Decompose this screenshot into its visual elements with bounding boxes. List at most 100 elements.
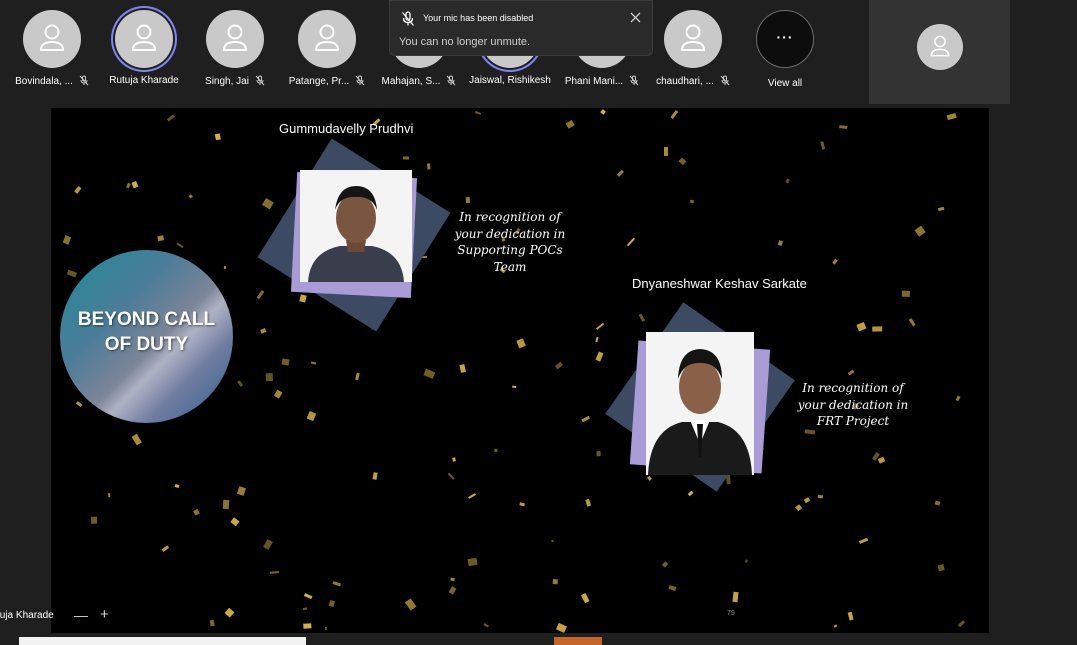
badge-line-2: OF DUTY — [104, 334, 189, 355]
confetti-piece — [76, 401, 83, 407]
confetti-piece — [732, 592, 739, 603]
confetti-piece — [73, 186, 82, 195]
confetti-piece — [585, 498, 592, 507]
participant-name: Patange, Pr... — [288, 76, 350, 87]
participant-name: Singh, Jai — [205, 76, 249, 87]
participant-tile[interactable]: Bovindala, ... — [6, 0, 98, 100]
confetti-piece — [332, 581, 342, 587]
confetti-piece — [596, 322, 605, 330]
confetti-piece — [131, 180, 139, 188]
confetti-piece — [188, 194, 194, 200]
confetti-piece — [795, 503, 803, 512]
confetti-piece — [449, 577, 455, 581]
confetti-piece — [626, 237, 636, 247]
awardee-1-recognition: In recognition of your dedication in Sup… — [454, 210, 566, 274]
mic-off-icon — [355, 75, 365, 86]
confetti-piece — [555, 622, 567, 633]
avatar — [298, 10, 356, 68]
mic-off-icon — [79, 75, 89, 86]
confetti-piece — [176, 242, 184, 249]
confetti-piece — [237, 485, 247, 495]
confetti-piece — [565, 119, 575, 129]
confetti-piece — [494, 448, 498, 453]
confetti-piece — [281, 358, 290, 367]
confetti-piece — [355, 373, 360, 381]
participant-tile[interactable]: Rutuja Kharade — [98, 0, 190, 100]
confetti-piece — [373, 472, 378, 480]
participant-name: Phani Mani... — [564, 76, 624, 87]
award-badge: BEYOND CALL OF DUTY — [60, 250, 233, 423]
confetti-piece — [269, 570, 279, 575]
confetti-piece — [839, 125, 848, 129]
taskbar-window[interactable] — [19, 637, 306, 645]
confetti-piece — [833, 624, 837, 628]
participant-tile[interactable]: chaudhari, ... — [647, 0, 739, 100]
participant-tile[interactable]: Singh, Jai — [189, 0, 281, 100]
confetti-piece — [946, 113, 957, 121]
confetti-piece — [224, 607, 235, 618]
confetti-piece — [273, 389, 283, 398]
confetti-piece — [580, 415, 590, 423]
confetti-piece — [265, 372, 274, 382]
confetti-piece — [465, 196, 470, 203]
confetti-piece — [467, 557, 478, 567]
shared-slide: BEYOND CALL OF DUTY Gummudavelly Prudhvi… — [51, 108, 989, 633]
presenter-name: tuja Kharade — [0, 610, 54, 621]
view-all-label: View all — [767, 78, 803, 89]
confetti-piece — [820, 140, 826, 150]
mic-disabled-toast: Your mic has been disabled You can no lo… — [389, 0, 653, 56]
confetti-piece — [957, 619, 965, 627]
avatar — [916, 24, 963, 70]
confetti-piece — [475, 110, 482, 115]
awardee-1-photo — [300, 170, 412, 282]
view-all-button[interactable]: ··· View all — [739, 0, 831, 100]
taskbar-app[interactable] — [554, 637, 602, 645]
participant-name: Rutuja Kharade — [109, 75, 179, 86]
confetti-piece — [214, 133, 221, 141]
confetti-piece — [555, 361, 564, 369]
mic-off-icon — [720, 75, 730, 86]
confetti-piece — [550, 539, 554, 543]
confetti-piece — [224, 265, 227, 269]
confetti-piece — [126, 182, 131, 188]
participant-name: Mahajan, S... — [381, 76, 441, 87]
confetti-piece — [663, 146, 669, 157]
zoom-in-button[interactable]: + — [100, 606, 109, 623]
awardee-2-name: Dnyaneshwar Keshav Sarkate — [632, 276, 807, 291]
confetti-piece — [595, 351, 604, 362]
confetti-piece — [777, 239, 783, 246]
confetti-piece — [209, 619, 216, 626]
confetti-piece — [303, 623, 312, 629]
confetti-piece — [256, 290, 264, 299]
confetti-piece — [166, 113, 175, 122]
confetti-piece — [745, 559, 749, 563]
confetti-piece — [157, 235, 165, 242]
confetti-piece — [328, 600, 335, 608]
confetti-piece — [617, 169, 625, 177]
participant-tile[interactable]: Patange, Pr... — [281, 0, 373, 100]
confetti-piece — [467, 493, 476, 500]
more-dots-icon: ··· — [756, 10, 814, 68]
confetti-piece — [91, 517, 98, 525]
confetti-piece — [229, 517, 240, 527]
confetti-piece — [483, 623, 490, 628]
meeting-window: Bovindala, ... Rutuja Kharade Singh, Jai… — [0, 0, 1077, 645]
confetti-piece — [595, 337, 599, 343]
confetti-piece — [107, 492, 111, 497]
confetti-piece — [310, 361, 317, 365]
confetti-piece — [552, 579, 559, 585]
awardee-2-photo — [646, 332, 754, 475]
confetti-piece — [511, 385, 517, 389]
self-view-tile[interactable] — [869, 0, 1010, 104]
zoom-out-button[interactable]: — — [74, 607, 88, 623]
confetti-piece — [222, 500, 230, 510]
avatar — [115, 10, 173, 68]
toast-title: Your mic has been disabled — [423, 13, 534, 23]
confetti-piece — [597, 450, 602, 457]
participant-name: Bovindala, ... — [15, 76, 73, 87]
close-icon[interactable] — [630, 12, 641, 23]
confetti-piece — [324, 627, 327, 631]
confetti-piece — [901, 290, 910, 298]
confetti-piece — [914, 225, 926, 237]
confetti-piece — [937, 564, 946, 572]
